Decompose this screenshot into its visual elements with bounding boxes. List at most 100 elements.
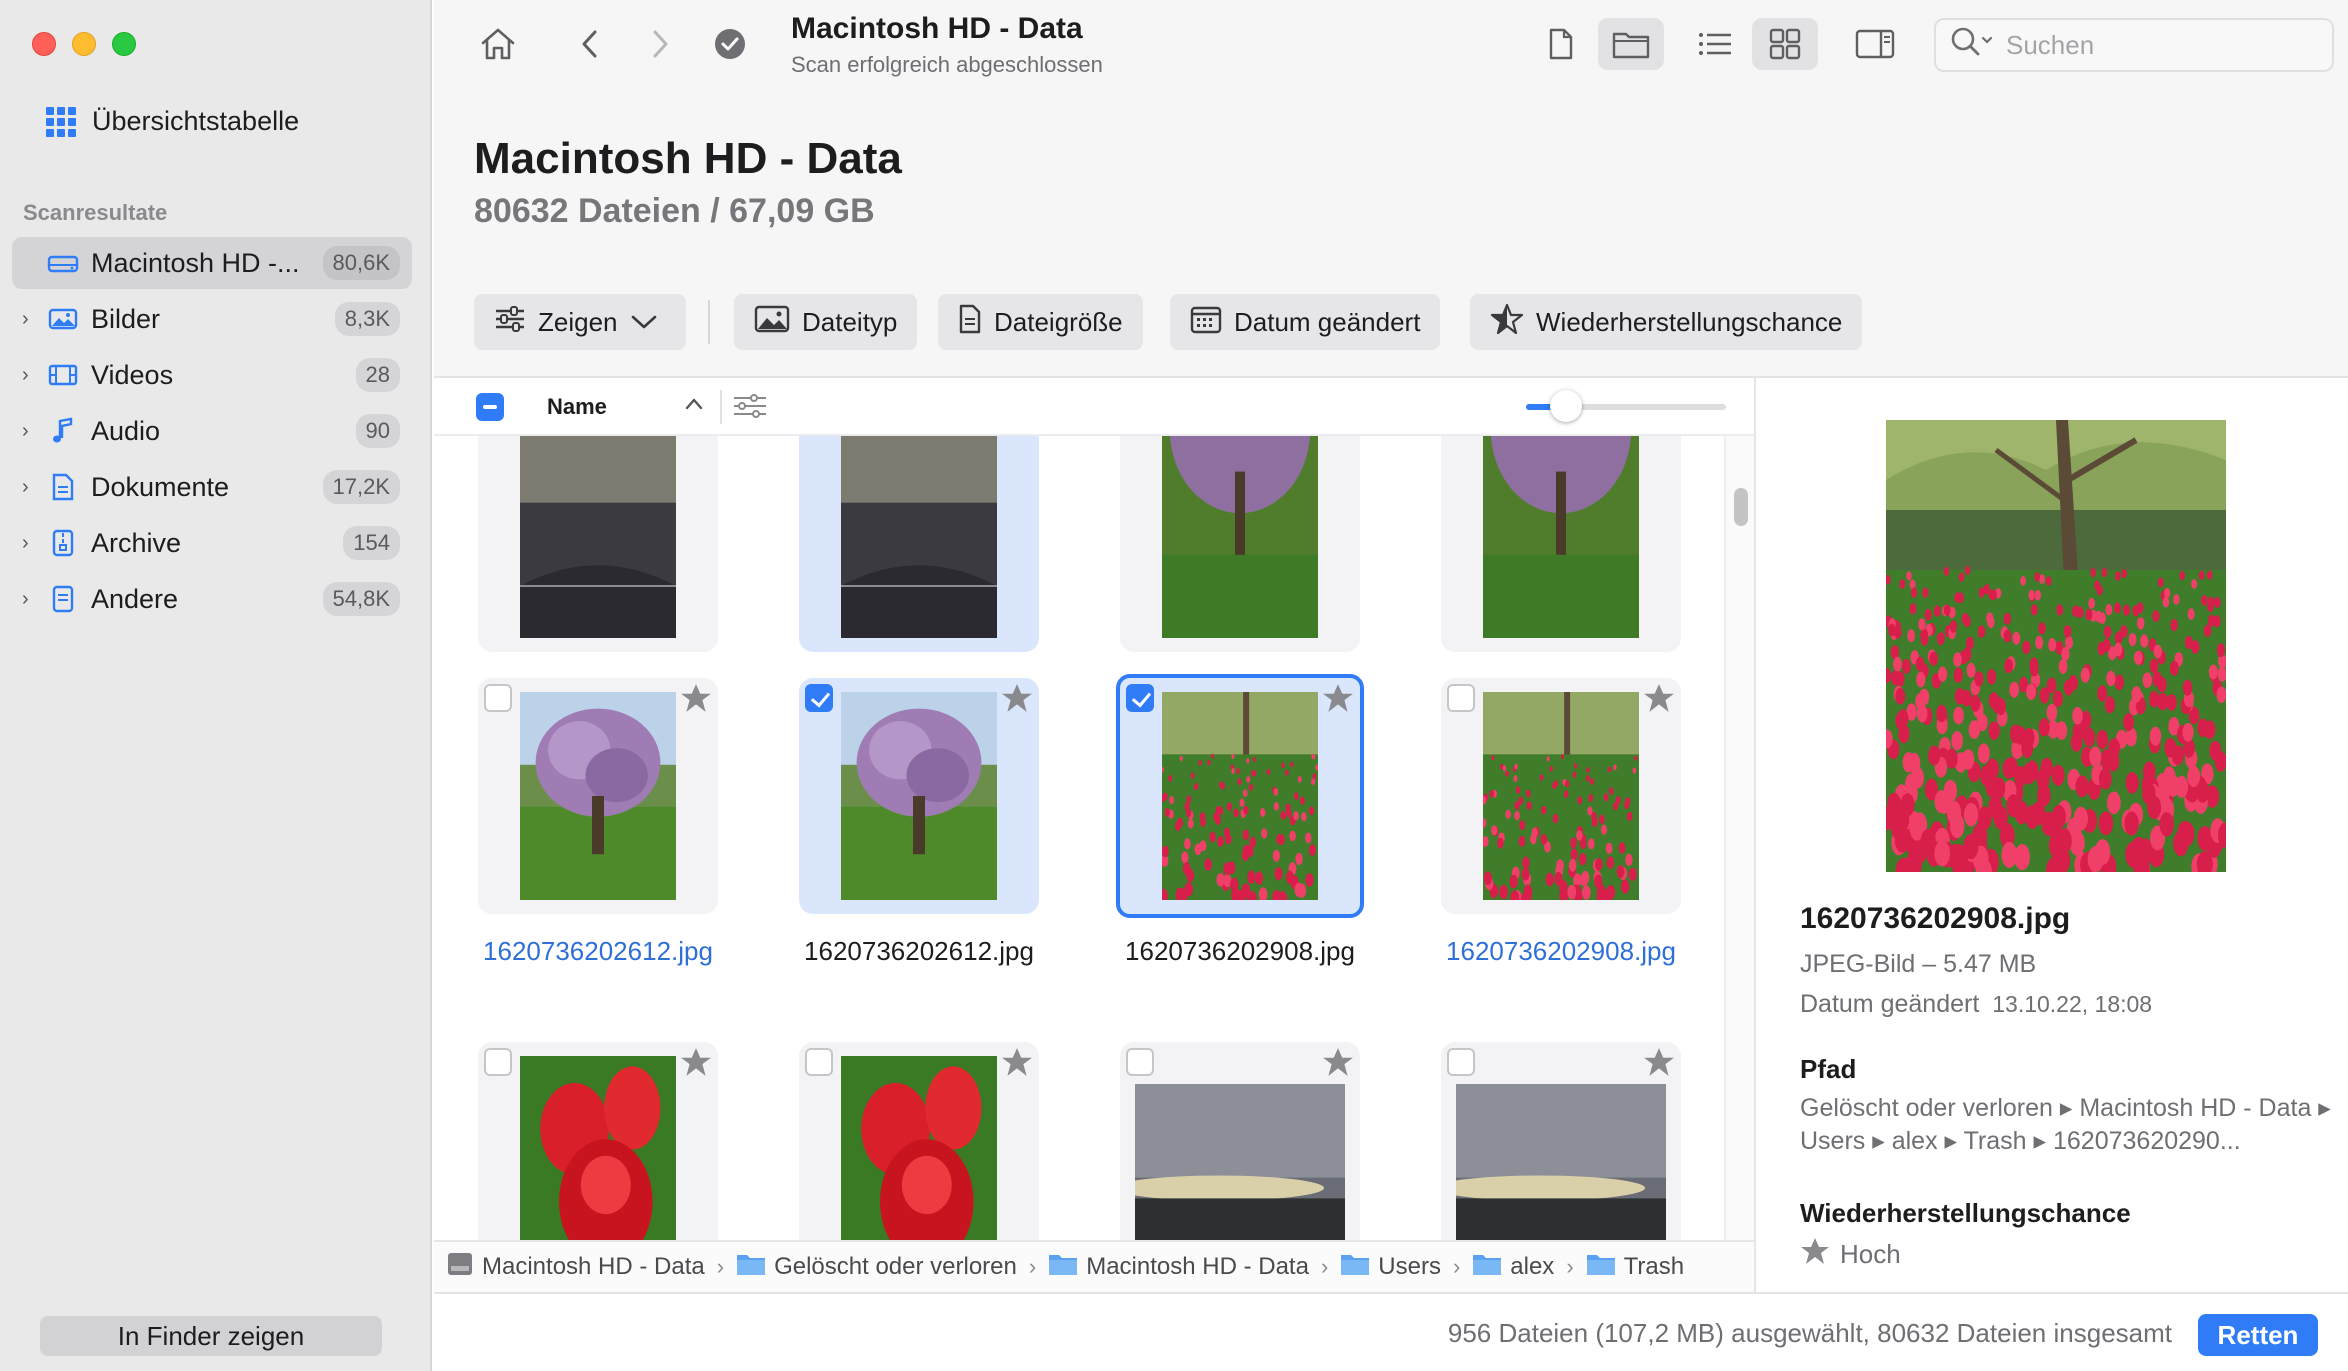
grid-view-icon[interactable] bbox=[1752, 18, 1818, 70]
recover-button[interactable]: Retten bbox=[2198, 1314, 2318, 1356]
breadcrumb-item[interactable]: Macintosh HD - Data bbox=[446, 1251, 705, 1284]
sidebar-item-macintosh-hd[interactable]: Macintosh HD -... 80,6K bbox=[12, 237, 412, 289]
file-name: 1620736202612.jpg bbox=[804, 936, 1034, 966]
recovery-chance-filter-label: Wiederherstellungschance bbox=[1536, 306, 1843, 337]
selection-summary: 956 Dateien (107,2 MB) ausgewählt, 80632… bbox=[1447, 1318, 2172, 1348]
chevron-right-icon[interactable]: › bbox=[22, 588, 42, 611]
file-checkbox[interactable] bbox=[1447, 684, 1475, 712]
folder-icon bbox=[1586, 1252, 1616, 1283]
sidebar-item-documents[interactable]: › Dokumente 17,2K bbox=[12, 461, 412, 513]
file-tile[interactable] bbox=[478, 678, 718, 914]
file-checkbox[interactable] bbox=[1447, 1048, 1475, 1076]
file-checkbox[interactable] bbox=[484, 1048, 512, 1076]
scrollbar-thumb[interactable] bbox=[1734, 488, 1748, 526]
file-tile[interactable] bbox=[1120, 436, 1360, 652]
file-checkbox[interactable] bbox=[805, 1048, 833, 1076]
search-input[interactable] bbox=[2006, 29, 2306, 61]
file-checkbox[interactable] bbox=[805, 684, 833, 712]
overview-table-link[interactable]: Übersichtstabelle bbox=[46, 106, 299, 137]
filesize-filter-button[interactable]: Dateigröße bbox=[938, 294, 1143, 350]
chevron-up-icon[interactable] bbox=[682, 392, 706, 423]
name-column-header[interactable]: Name bbox=[547, 394, 607, 420]
file-thumbnail bbox=[1483, 436, 1639, 638]
select-all-checkbox[interactable] bbox=[476, 393, 504, 421]
file-tile[interactable] bbox=[1116, 674, 1364, 918]
zoom-window-button[interactable] bbox=[112, 32, 136, 56]
file-thumbnail bbox=[1135, 1084, 1345, 1240]
slider-knob[interactable] bbox=[1550, 390, 1582, 422]
detail-date-value: 13.10.22, 18:08 bbox=[1992, 991, 2153, 1017]
breadcrumb-item[interactable]: Users bbox=[1340, 1252, 1441, 1283]
show-filter-button[interactable]: Zeigen bbox=[474, 294, 686, 350]
drive-icon bbox=[46, 249, 80, 277]
chevron-right-icon[interactable]: › bbox=[22, 308, 42, 331]
detail-path-value: Gelöscht oder verloren ▸ Macintosh HD - … bbox=[1800, 1094, 2331, 1155]
thumbnail-size-slider[interactable] bbox=[1526, 390, 1726, 422]
vertical-scrollbar[interactable] bbox=[1724, 436, 1754, 1240]
breadcrumb-item[interactable]: Gelöscht oder verloren bbox=[736, 1252, 1017, 1283]
star-icon bbox=[680, 1046, 712, 1085]
file-tile[interactable] bbox=[478, 436, 718, 652]
file-tile[interactable] bbox=[478, 1042, 718, 1240]
file-tile[interactable] bbox=[1441, 1042, 1681, 1240]
file-checkbox[interactable] bbox=[1126, 684, 1154, 712]
toolbar-subtitle: Scan erfolgreich abgeschlossen bbox=[791, 52, 1103, 77]
file-checkbox[interactable] bbox=[1126, 1048, 1154, 1076]
chevron-right-icon[interactable]: › bbox=[22, 532, 42, 555]
detail-chance: Hoch bbox=[1800, 1236, 1901, 1273]
count-badge: 54,8K bbox=[322, 582, 400, 616]
file-tile[interactable] bbox=[799, 678, 1039, 914]
search-field[interactable] bbox=[1934, 18, 2334, 72]
breadcrumb: Macintosh HD - Data › Gelöscht oder verlor… bbox=[434, 1240, 1754, 1292]
toolbar: Macintosh HD - Data Scan erfolgreich abg… bbox=[434, 0, 2348, 104]
minimize-window-button[interactable] bbox=[72, 32, 96, 56]
filetype-filter-button[interactable]: Dateityp bbox=[734, 294, 918, 350]
breadcrumb-item[interactable]: Macintosh HD - Data bbox=[1048, 1252, 1309, 1283]
breadcrumb-item[interactable]: alex bbox=[1472, 1252, 1554, 1283]
film-icon bbox=[46, 361, 80, 389]
file-tile[interactable] bbox=[1441, 436, 1681, 652]
star-icon bbox=[1322, 682, 1354, 721]
detail-chance-value: Hoch bbox=[1840, 1239, 1901, 1269]
filetype-filter-label: Dateityp bbox=[802, 306, 898, 337]
show-in-finder-button[interactable]: In Finder zeigen bbox=[40, 1316, 382, 1356]
sidebar-item-audio[interactable]: › Audio 90 bbox=[12, 405, 412, 457]
sidebar-item-label: Dokumente bbox=[91, 471, 230, 502]
count-badge: 80,6K bbox=[322, 246, 400, 280]
file-tile[interactable] bbox=[1441, 678, 1681, 914]
chevron-right-icon[interactable]: › bbox=[22, 420, 42, 443]
date-filter-label: Datum geändert bbox=[1234, 306, 1421, 337]
chevron-right-icon[interactable]: › bbox=[22, 364, 42, 387]
chevron-right-icon[interactable]: › bbox=[22, 476, 42, 499]
file-tile[interactable] bbox=[799, 1042, 1039, 1240]
date-filter-button[interactable]: Datum geändert bbox=[1170, 294, 1441, 350]
file-tile[interactable] bbox=[799, 436, 1039, 652]
file-name: 1620736202612.jpg bbox=[483, 936, 713, 966]
breadcrumb-label: Gelöscht oder verloren bbox=[774, 1253, 1017, 1280]
sidebar-item-archives[interactable]: › Archive 154 bbox=[12, 517, 412, 569]
sidebar-item-other[interactable]: › Andere 54,8K bbox=[12, 573, 412, 625]
back-icon[interactable] bbox=[570, 22, 610, 66]
close-window-button[interactable] bbox=[32, 32, 56, 56]
list-view-icon[interactable] bbox=[1682, 18, 1748, 70]
sidebar-toggle-icon[interactable] bbox=[1842, 18, 1908, 70]
file-checkbox[interactable] bbox=[484, 684, 512, 712]
status-bar: 956 Dateien (107,2 MB) ausgewählt, 80632… bbox=[434, 1292, 2348, 1371]
file-thumbnail bbox=[841, 692, 997, 900]
file-view-icon[interactable] bbox=[1528, 18, 1594, 70]
home-icon[interactable] bbox=[474, 22, 522, 66]
breadcrumb-item[interactable]: Trash bbox=[1586, 1252, 1684, 1283]
count-badge: 90 bbox=[355, 414, 400, 448]
sidebar-item-images[interactable]: › Bilder 8,3K bbox=[12, 293, 412, 345]
sidebar-item-label: Andere bbox=[91, 583, 179, 614]
checkmark-circle-icon bbox=[710, 22, 750, 66]
recovery-chance-filter-button[interactable]: Wiederherstellungschance bbox=[1470, 294, 1863, 350]
forward-icon[interactable] bbox=[640, 22, 680, 66]
column-divider bbox=[720, 390, 722, 424]
breadcrumb-label: Macintosh HD - Data bbox=[1086, 1253, 1309, 1280]
folder-view-icon[interactable] bbox=[1598, 18, 1664, 70]
column-settings-icon[interactable] bbox=[732, 390, 768, 429]
page-subtitle: 80632 Dateien / 67,09 GB bbox=[474, 192, 875, 230]
sidebar-item-videos[interactable]: › Videos 28 bbox=[12, 349, 412, 401]
file-tile[interactable] bbox=[1120, 1042, 1360, 1240]
